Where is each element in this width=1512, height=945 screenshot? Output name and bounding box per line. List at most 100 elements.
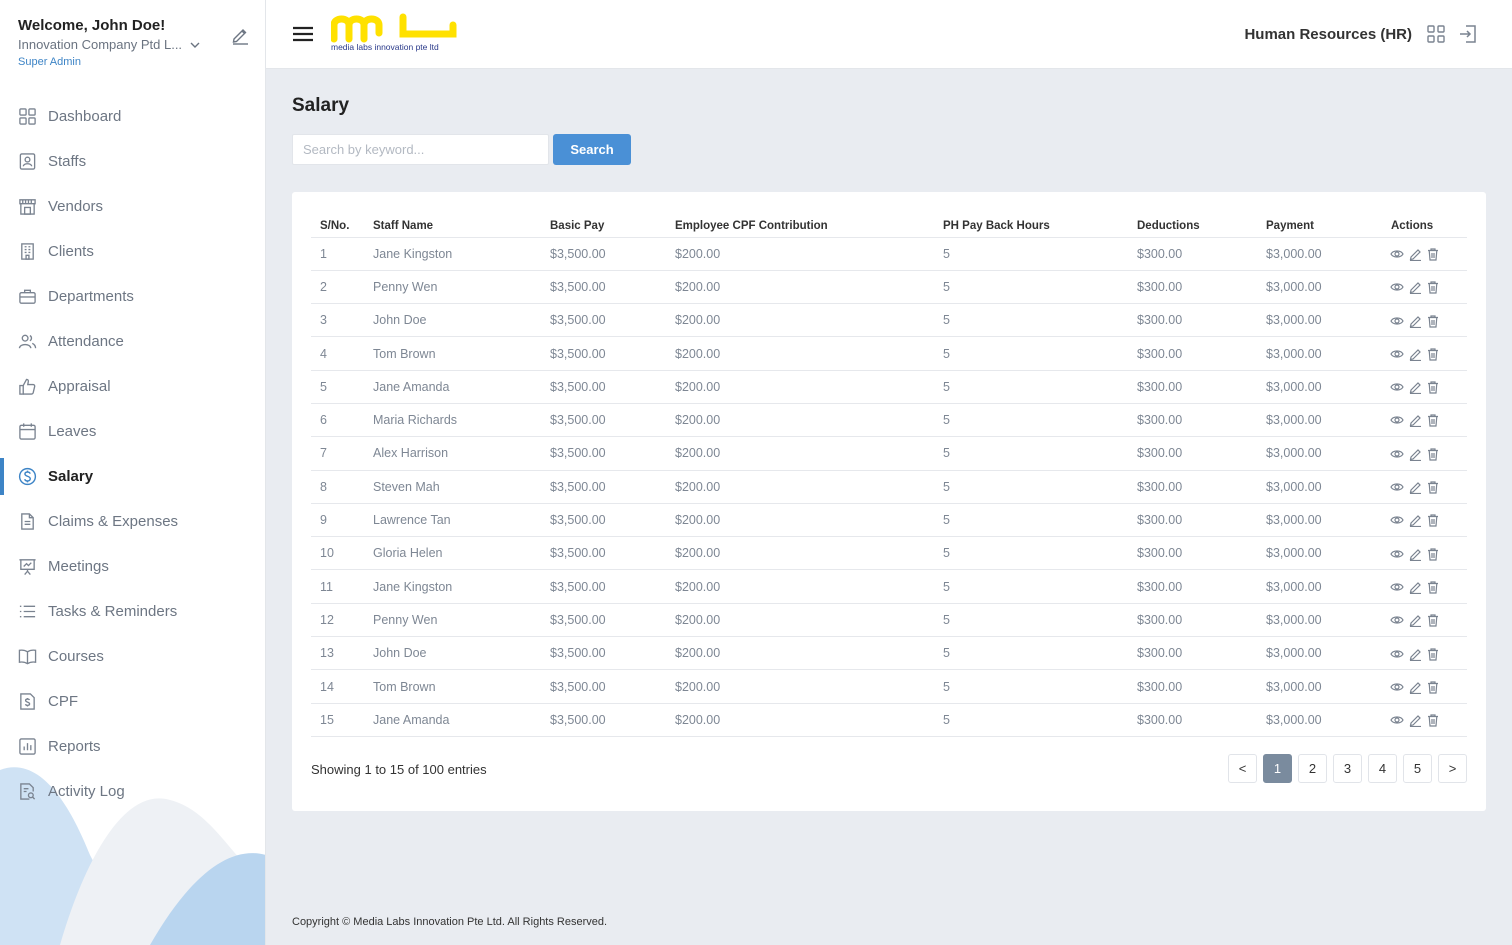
delete-icon[interactable] (1426, 447, 1440, 461)
edit-icon[interactable] (1408, 613, 1422, 628)
delete-icon[interactable] (1426, 580, 1440, 594)
sidebar-item-attendance[interactable]: Attendance (0, 319, 265, 364)
sidebar-item-vendors[interactable]: Vendors (0, 184, 265, 229)
column-header[interactable]: Deductions (1128, 208, 1257, 238)
cell-basic-pay: $3,500.00 (541, 703, 666, 737)
delete-icon[interactable] (1426, 647, 1440, 661)
pagination-page[interactable]: 5 (1403, 754, 1432, 783)
company-selector[interactable]: Innovation Company Ptd L... (18, 37, 250, 52)
delete-icon[interactable] (1426, 413, 1440, 428)
column-header[interactable]: PH Pay Back Hours (934, 208, 1128, 238)
cell-payment: $3,000.00 (1257, 636, 1382, 671)
column-header[interactable]: S/No. (311, 208, 364, 238)
sidebar-item-clients[interactable]: Clients (0, 229, 265, 274)
delete-icon[interactable] (1426, 680, 1440, 694)
pagination-page[interactable]: 1 (1263, 754, 1292, 783)
view-icon[interactable] (1390, 314, 1404, 328)
delete-icon[interactable] (1426, 713, 1440, 727)
edit-profile-icon[interactable] (230, 25, 250, 45)
view-icon[interactable] (1390, 413, 1404, 427)
row-actions (1382, 403, 1467, 438)
view-icon[interactable] (1390, 347, 1404, 361)
edit-icon[interactable] (1408, 280, 1422, 295)
delete-icon[interactable] (1426, 314, 1440, 328)
sidebar-item-meetings[interactable]: Meetings (0, 544, 265, 589)
sidebar-item-appraisal[interactable]: Appraisal (0, 364, 265, 409)
document-icon (21, 513, 34, 530)
pagination-prev[interactable]: < (1228, 754, 1257, 783)
edit-icon[interactable] (1408, 547, 1422, 561)
search-input[interactable] (292, 134, 549, 165)
edit-icon[interactable] (1408, 680, 1422, 694)
cell-sno: 3 (311, 303, 364, 338)
edit-icon[interactable] (1408, 380, 1422, 395)
sidebar-item-label: Reports (48, 738, 101, 755)
sidebar-item-claims-expenses[interactable]: Claims & Expenses (0, 499, 265, 544)
sidebar-item-reports[interactable]: Reports (0, 724, 265, 769)
apps-grid-icon[interactable] (1427, 25, 1445, 43)
sidebar-item-dashboard[interactable]: Dashboard (0, 94, 265, 139)
column-header[interactable]: Employee CPF Contribution (666, 208, 934, 238)
sidebar-item-staffs[interactable]: Staffs (0, 139, 265, 184)
cell-ph-hours: 5 (934, 703, 1128, 737)
cell-staff-name: Jane Amanda (364, 703, 541, 737)
edit-icon[interactable] (1408, 447, 1422, 461)
edit-icon[interactable] (1408, 480, 1422, 495)
pagination-page[interactable]: 2 (1298, 754, 1327, 783)
edit-icon[interactable] (1408, 347, 1422, 361)
delete-icon[interactable] (1426, 247, 1440, 261)
column-header[interactable]: Basic Pay (541, 208, 666, 238)
edit-icon[interactable] (1408, 314, 1422, 328)
search-button[interactable]: Search (553, 134, 631, 165)
cell-cpf: $200.00 (666, 336, 934, 371)
row-actions (1382, 603, 1467, 638)
sidebar-item-courses[interactable]: Courses (0, 634, 265, 679)
view-icon[interactable] (1390, 480, 1404, 494)
view-icon[interactable] (1390, 580, 1404, 594)
edit-icon[interactable] (1408, 713, 1422, 728)
edit-icon[interactable] (1408, 580, 1422, 594)
view-icon[interactable] (1390, 647, 1404, 661)
cell-sno: 5 (311, 370, 364, 404)
sidebar-item-activity-log[interactable]: Activity Log (0, 769, 265, 814)
logout-icon[interactable] (1458, 24, 1478, 44)
cell-sno: 8 (311, 470, 364, 504)
pagination-page[interactable]: 3 (1333, 754, 1362, 783)
view-icon[interactable] (1390, 547, 1404, 561)
view-icon[interactable] (1390, 247, 1404, 261)
pagination-page[interactable]: 4 (1368, 754, 1397, 783)
edit-icon[interactable] (1408, 647, 1422, 661)
delete-icon[interactable] (1426, 613, 1440, 627)
sidebar-item-tasks-reminders[interactable]: Tasks & Reminders (0, 589, 265, 634)
delete-icon[interactable] (1426, 347, 1440, 361)
column-header[interactable]: Payment (1257, 208, 1382, 238)
cell-payment: $3,000.00 (1257, 336, 1382, 371)
view-icon[interactable] (1390, 513, 1404, 527)
view-icon[interactable] (1390, 380, 1404, 394)
sidebar-item-cpf[interactable]: CPF (0, 679, 265, 724)
edit-icon[interactable] (1408, 413, 1422, 428)
edit-icon[interactable] (1408, 513, 1422, 528)
delete-icon[interactable] (1426, 380, 1440, 394)
cell-cpf: $200.00 (666, 603, 934, 638)
delete-icon[interactable] (1426, 280, 1440, 294)
view-icon[interactable] (1390, 447, 1404, 461)
sidebar-item-leaves[interactable]: Leaves (0, 409, 265, 454)
cell-staff-name: Penny Wen (364, 270, 541, 305)
dashboard-icon (19, 108, 36, 125)
delete-icon[interactable] (1426, 513, 1440, 527)
edit-icon[interactable] (1408, 247, 1422, 261)
cell-basic-pay: $3,500.00 (541, 470, 666, 504)
delete-icon[interactable] (1426, 480, 1440, 494)
view-icon[interactable] (1390, 713, 1404, 727)
view-icon[interactable] (1390, 613, 1404, 627)
sidebar-item-salary[interactable]: Salary (0, 454, 265, 499)
sidebar-item-departments[interactable]: Departments (0, 274, 265, 319)
column-header[interactable]: Staff Name (364, 208, 541, 238)
hamburger-menu-icon[interactable] (292, 24, 314, 44)
view-icon[interactable] (1390, 280, 1404, 294)
pagination-next[interactable]: > (1438, 754, 1467, 783)
delete-icon[interactable] (1426, 547, 1440, 561)
cell-staff-name: Lawrence Tan (364, 503, 541, 538)
view-icon[interactable] (1390, 680, 1404, 694)
